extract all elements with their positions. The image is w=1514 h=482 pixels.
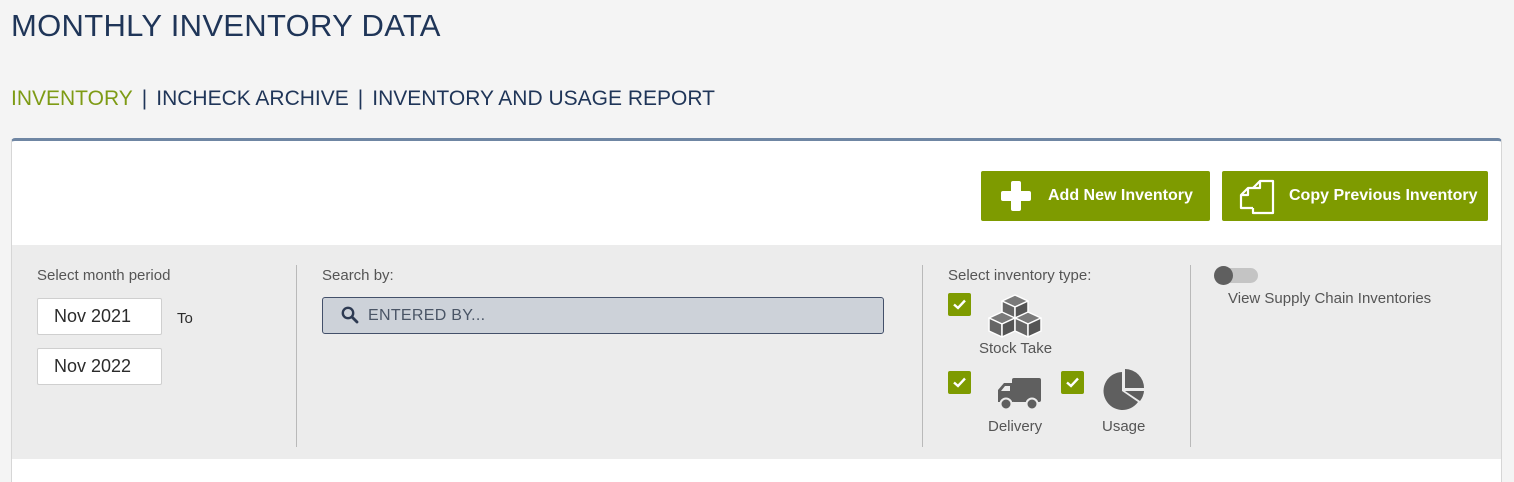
stock-take-checkbox[interactable]	[948, 293, 971, 316]
copy-previous-inventory-button[interactable]: Copy Previous Inventory	[1222, 171, 1488, 221]
copy-icon	[1239, 179, 1275, 215]
nav-inventory-usage-report[interactable]: INVENTORY AND USAGE REPORT	[372, 87, 715, 111]
nav-separator: |	[141, 87, 148, 110]
delivery-label: Delivery	[988, 418, 1043, 435]
truck-icon	[998, 378, 1041, 411]
divider	[922, 265, 923, 447]
inventory-type-label: Select inventory type:	[948, 267, 1092, 284]
copy-previous-inventory-label: Copy Previous Inventory	[1289, 187, 1478, 204]
checkmark-icon	[953, 377, 966, 388]
add-new-inventory-label: Add New Inventory	[1048, 187, 1193, 204]
plus-icon	[1001, 181, 1031, 211]
section-nav: INVENTORY | INCHECK ARCHIVE | INVENTORY …	[11, 87, 715, 111]
divider	[1190, 265, 1191, 447]
supply-chain-toggle[interactable]	[1214, 266, 1258, 285]
period-to-input[interactable]: Nov 2022	[37, 348, 162, 385]
stock-take-label: Stock Take	[979, 340, 1053, 357]
filter-bar: Select month period Nov 2021 To Nov 2022…	[12, 245, 1501, 459]
period-from-input[interactable]: Nov 2021	[37, 298, 162, 335]
inventory-panel: Add New Inventory Copy Previous Inventor…	[11, 138, 1502, 482]
toggle-knob	[1214, 266, 1233, 285]
nav-inventory[interactable]: INVENTORY	[11, 87, 133, 111]
month-period-label: Select month period	[37, 267, 171, 284]
boxes-icon	[988, 294, 1042, 338]
nav-incheck-archive[interactable]: INCHECK ARCHIVE	[156, 87, 349, 111]
search-placeholder: ENTERED BY...	[368, 307, 486, 324]
page-title: MONTHLY INVENTORY DATA	[11, 8, 441, 43]
checkmark-icon	[1066, 377, 1079, 388]
search-by-label: Search by:	[322, 267, 394, 284]
search-icon	[341, 306, 359, 324]
delivery-checkbox[interactable]	[948, 371, 971, 394]
period-to-label: To	[177, 310, 193, 327]
supply-chain-label: View Supply Chain Inventories	[1228, 290, 1432, 307]
divider	[296, 265, 297, 447]
pie-chart-icon	[1103, 369, 1144, 410]
nav-separator: |	[357, 87, 364, 110]
add-new-inventory-button[interactable]: Add New Inventory	[981, 171, 1210, 221]
usage-label: Usage	[1102, 418, 1146, 435]
checkmark-icon	[953, 299, 966, 310]
usage-checkbox[interactable]	[1061, 371, 1084, 394]
search-input[interactable]: ENTERED BY...	[322, 297, 884, 334]
